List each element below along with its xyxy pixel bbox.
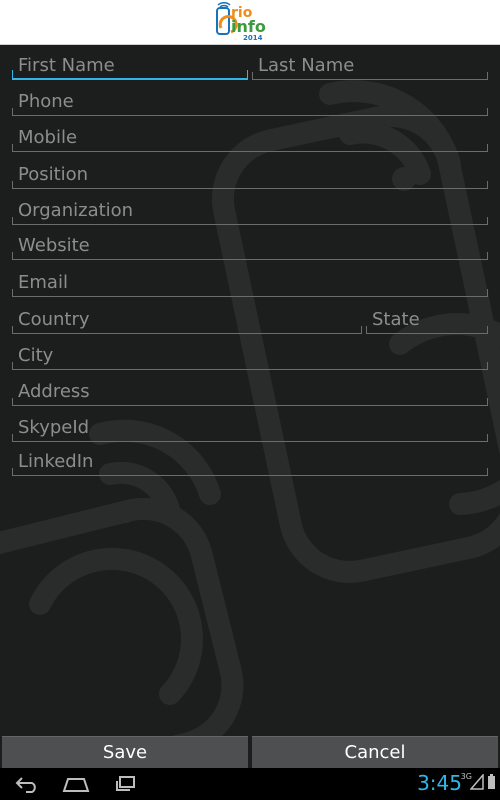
country-field[interactable]: [12, 300, 362, 334]
skype-id-field[interactable]: [12, 408, 488, 442]
field-edge: [12, 468, 13, 475]
phone-input[interactable]: [12, 82, 488, 115]
position-input[interactable]: [12, 155, 488, 188]
mobile-input[interactable]: [12, 118, 488, 151]
field-edge: [487, 72, 488, 79]
field-edge: [12, 108, 13, 115]
cancel-button[interactable]: Cancel: [252, 736, 498, 768]
field-edge: [487, 108, 488, 115]
back-icon[interactable]: [14, 775, 40, 793]
field-edge: [487, 181, 488, 188]
website-input[interactable]: [12, 226, 488, 259]
linkedin-field[interactable]: [12, 442, 488, 476]
linkedin-input[interactable]: [12, 442, 488, 475]
website-field[interactable]: [12, 226, 488, 260]
field-edge: [12, 217, 13, 224]
field-edge: [12, 362, 13, 369]
email-field[interactable]: [12, 263, 488, 297]
address-input[interactable]: [12, 372, 488, 405]
app-screen: rio info 2014 First Name Last Name Phone…: [0, 0, 500, 800]
position-field[interactable]: [12, 155, 488, 189]
signal-icon: [470, 774, 484, 790]
state-field[interactable]: [366, 300, 488, 334]
first-name-input[interactable]: [12, 46, 248, 78]
city-field[interactable]: [12, 336, 488, 370]
rio-info-logo: rio info 2014: [216, 2, 266, 42]
field-edge: [247, 70, 248, 78]
skype-id-input[interactable]: [12, 408, 488, 441]
organization-input[interactable]: [12, 191, 488, 224]
field-edge: [487, 468, 488, 475]
country-input[interactable]: [12, 300, 362, 333]
field-edge: [487, 217, 488, 224]
first-name-field[interactable]: [12, 46, 248, 80]
recent-apps-icon[interactable]: [114, 775, 138, 793]
svg-text:2014: 2014: [243, 34, 263, 42]
app-header: rio info 2014: [0, 0, 500, 45]
organization-field[interactable]: [12, 191, 488, 225]
field-edge: [487, 252, 488, 259]
system-nav-bar: 3:45 3G: [0, 768, 500, 800]
save-button[interactable]: Save: [2, 736, 248, 768]
field-edge: [487, 362, 488, 369]
state-input[interactable]: [366, 300, 488, 333]
field-edge: [12, 252, 13, 259]
action-bar: Save Cancel: [0, 736, 500, 768]
field-edge: [487, 289, 488, 296]
field-edge: [12, 326, 13, 333]
field-edge: [12, 144, 13, 151]
field-edge: [487, 144, 488, 151]
field-edge: [12, 181, 13, 188]
last-name-field[interactable]: [252, 46, 488, 80]
home-icon[interactable]: [62, 775, 90, 793]
email-input[interactable]: [12, 263, 488, 296]
field-edge: [252, 72, 253, 79]
battery-icon: [488, 774, 495, 789]
clock: 3:45: [417, 771, 462, 795]
field-edge: [12, 70, 13, 78]
mobile-field[interactable]: [12, 118, 488, 152]
last-name-input[interactable]: [252, 46, 488, 79]
address-field[interactable]: [12, 372, 488, 406]
field-edge: [361, 326, 362, 333]
field-edge: [12, 434, 13, 441]
field-edge: [487, 434, 488, 441]
city-input[interactable]: [12, 336, 488, 369]
field-edge: [366, 326, 367, 333]
contact-form: [0, 44, 500, 736]
field-edge: [12, 398, 13, 405]
phone-field[interactable]: [12, 82, 488, 116]
field-edge: [487, 398, 488, 405]
field-edge: [12, 289, 13, 296]
field-edge: [487, 326, 488, 333]
